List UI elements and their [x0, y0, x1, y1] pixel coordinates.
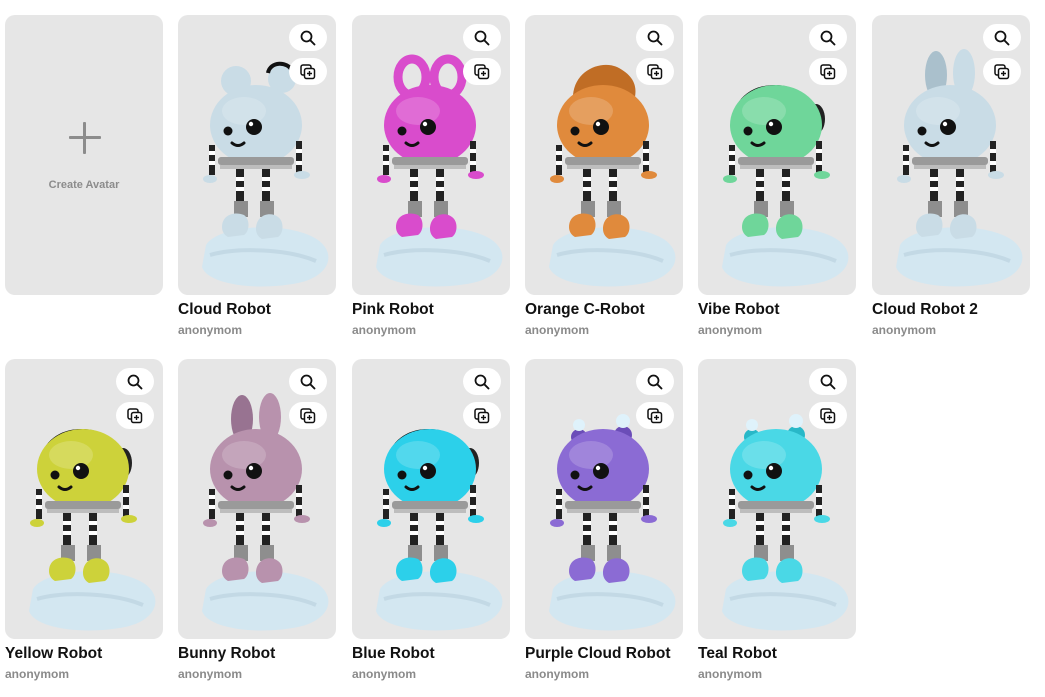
duplicate-icon: [127, 407, 143, 424]
zoom-button[interactable]: [809, 24, 847, 51]
duplicate-button[interactable]: [809, 402, 847, 429]
duplicate-button[interactable]: [116, 402, 154, 429]
avatar-author: anonymom: [698, 667, 763, 681]
create-avatar-label: Create Avatar: [48, 179, 120, 191]
robot-avatar-image: [376, 429, 503, 631]
zoom-button[interactable]: [809, 368, 847, 395]
duplicate-button[interactable]: [636, 402, 674, 429]
duplicate-button[interactable]: [289, 402, 327, 429]
avatar-author: anonymom: [352, 323, 417, 337]
avatar-thumbnail[interactable]: [352, 15, 510, 295]
avatar-title[interactable]: Vibe Robot: [698, 301, 780, 319]
duplicate-icon: [474, 407, 490, 424]
magnifier-icon: [994, 30, 1010, 46]
avatar-author: anonymom: [872, 323, 937, 337]
avatar-title[interactable]: Orange C-Robot: [525, 301, 645, 319]
avatar-title[interactable]: Teal Robot: [698, 645, 777, 663]
magnifier-icon: [300, 374, 316, 390]
duplicate-button[interactable]: [463, 402, 501, 429]
duplicate-icon: [820, 407, 836, 424]
avatar-author: anonymom: [525, 323, 590, 337]
avatar-thumbnail[interactable]: [178, 359, 336, 639]
zoom-button[interactable]: [463, 24, 501, 51]
robot-avatar-image: [549, 64, 676, 287]
zoom-button[interactable]: [463, 368, 501, 395]
duplicate-icon: [300, 63, 316, 80]
avatar-title[interactable]: Pink Robot: [352, 301, 434, 319]
duplicate-button[interactable]: [463, 58, 501, 85]
duplicate-button[interactable]: [289, 58, 327, 85]
zoom-button[interactable]: [289, 24, 327, 51]
avatar-author: anonymom: [178, 667, 243, 681]
duplicate-icon: [647, 63, 663, 80]
magnifier-icon: [474, 30, 490, 46]
robot-avatar-image: [376, 54, 503, 287]
avatar-thumbnail[interactable]: [698, 15, 856, 295]
robot-avatar-image: [202, 393, 329, 631]
duplicate-icon: [474, 63, 490, 80]
avatar-author: anonymom: [5, 667, 70, 681]
avatar-thumbnail[interactable]: [525, 15, 683, 295]
duplicate-icon: [820, 63, 836, 80]
zoom-button[interactable]: [983, 24, 1021, 51]
zoom-button[interactable]: [289, 368, 327, 395]
magnifier-icon: [647, 374, 663, 390]
avatar-thumbnail[interactable]: [872, 15, 1030, 295]
robot-avatar-image: [202, 61, 329, 287]
avatar-title[interactable]: Blue Robot: [352, 645, 435, 663]
magnifier-icon: [820, 374, 836, 390]
zoom-button[interactable]: [116, 368, 154, 395]
avatar-title[interactable]: Bunny Robot: [178, 645, 275, 663]
avatar-thumbnail[interactable]: [178, 15, 336, 295]
robot-avatar-image: [896, 49, 1023, 287]
create-avatar-tile[interactable]: Create Avatar: [5, 15, 163, 295]
duplicate-icon: [994, 63, 1010, 80]
avatar-thumbnail[interactable]: [5, 359, 163, 639]
avatar-title[interactable]: Cloud Robot 2: [872, 301, 978, 319]
duplicate-icon: [647, 407, 663, 424]
avatar-thumbnail[interactable]: [352, 359, 510, 639]
magnifier-icon: [820, 30, 836, 46]
avatar-title[interactable]: Cloud Robot: [178, 301, 271, 319]
duplicate-icon: [300, 407, 316, 424]
plus-icon: [69, 122, 101, 154]
zoom-button[interactable]: [636, 368, 674, 395]
avatar-title[interactable]: Yellow Robot: [5, 645, 102, 663]
avatar-author: anonymom: [352, 667, 417, 681]
robot-avatar-image: [722, 85, 849, 287]
magnifier-icon: [127, 374, 143, 390]
zoom-button[interactable]: [636, 24, 674, 51]
duplicate-button[interactable]: [809, 58, 847, 85]
avatar-thumbnail[interactable]: [525, 359, 683, 639]
magnifier-icon: [647, 30, 663, 46]
robot-avatar-image: [549, 414, 676, 631]
duplicate-button[interactable]: [983, 58, 1021, 85]
robot-avatar-image: [29, 429, 156, 631]
magnifier-icon: [474, 374, 490, 390]
avatar-author: anonymom: [178, 323, 243, 337]
duplicate-button[interactable]: [636, 58, 674, 85]
magnifier-icon: [300, 30, 316, 46]
avatar-title[interactable]: Purple Cloud Robot: [525, 645, 671, 663]
avatar-thumbnail[interactable]: [698, 359, 856, 639]
avatar-author: anonymom: [525, 667, 590, 681]
robot-avatar-image: [722, 414, 849, 631]
avatar-author: anonymom: [698, 323, 763, 337]
